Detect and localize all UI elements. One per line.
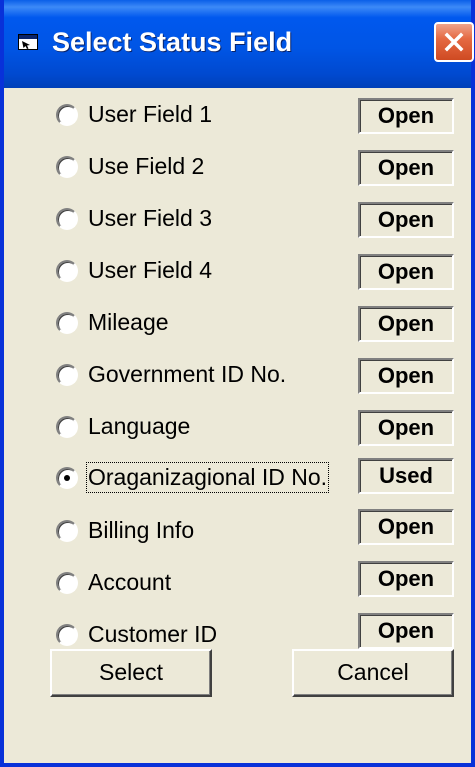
radio-dot-icon [64, 475, 70, 481]
option-label: Use Field 2 [88, 153, 205, 179]
dialog-title: Select Status Field [52, 27, 293, 57]
option-billing-info[interactable]: Billing Info [50, 514, 350, 550]
option-label: Account [88, 569, 172, 595]
status-badge: Open [358, 613, 454, 649]
radio-button[interactable] [56, 156, 78, 178]
radio-button[interactable] [56, 624, 78, 646]
status-badge: Open [358, 98, 454, 134]
option-user-field-4[interactable]: User Field 4 [50, 254, 350, 290]
option-language[interactable]: Language [50, 410, 350, 446]
radio-button[interactable] [56, 520, 78, 542]
option-label: Billing Info [88, 517, 195, 543]
app-window-icon [18, 34, 38, 50]
option-label: Language [88, 413, 191, 439]
radio-button[interactable] [56, 572, 78, 594]
option-label: User Field 1 [88, 101, 212, 127]
radio-button[interactable] [56, 416, 78, 438]
status-badge: Open [358, 410, 454, 446]
radio-button-selected[interactable] [56, 467, 78, 489]
option-label: Customer ID [88, 621, 218, 647]
option-government-id[interactable]: Government ID No. [50, 358, 350, 394]
option-label: User Field 3 [88, 205, 212, 231]
option-label: Government ID No. [88, 361, 287, 387]
option-account[interactable]: Account [50, 566, 350, 602]
status-badge: Open [358, 561, 454, 597]
select-status-field-dialog: Select Status Field User Field 1 Open Us… [0, 0, 475, 767]
option-label: Oraganizagional ID No. [85, 462, 330, 493]
select-button[interactable]: Select [50, 649, 212, 697]
close-button[interactable] [434, 22, 474, 62]
option-label: User Field 4 [88, 257, 212, 283]
radio-button[interactable] [56, 364, 78, 386]
option-mileage[interactable]: Mileage [50, 306, 350, 342]
status-badge: Open [358, 150, 454, 186]
option-organizational-id[interactable]: Oraganizagional ID No. [50, 461, 350, 497]
status-badge: Open [358, 254, 454, 290]
radio-button[interactable] [56, 104, 78, 126]
option-user-field-3[interactable]: User Field 3 [50, 202, 350, 238]
status-badge: Open [358, 358, 454, 394]
status-badge: Open [358, 509, 454, 545]
status-badge: Open [358, 306, 454, 342]
title-bar[interactable]: Select Status Field [4, 0, 474, 88]
radio-button[interactable] [56, 312, 78, 334]
option-user-field-1[interactable]: User Field 1 [50, 98, 350, 134]
status-badge: Used [358, 458, 454, 494]
radio-button[interactable] [56, 260, 78, 282]
radio-button[interactable] [56, 208, 78, 230]
close-icon [444, 32, 464, 52]
status-badge: Open [358, 202, 454, 238]
option-use-field-2[interactable]: Use Field 2 [50, 150, 350, 186]
option-label: Mileage [88, 309, 169, 335]
cancel-button[interactable]: Cancel [292, 649, 454, 697]
